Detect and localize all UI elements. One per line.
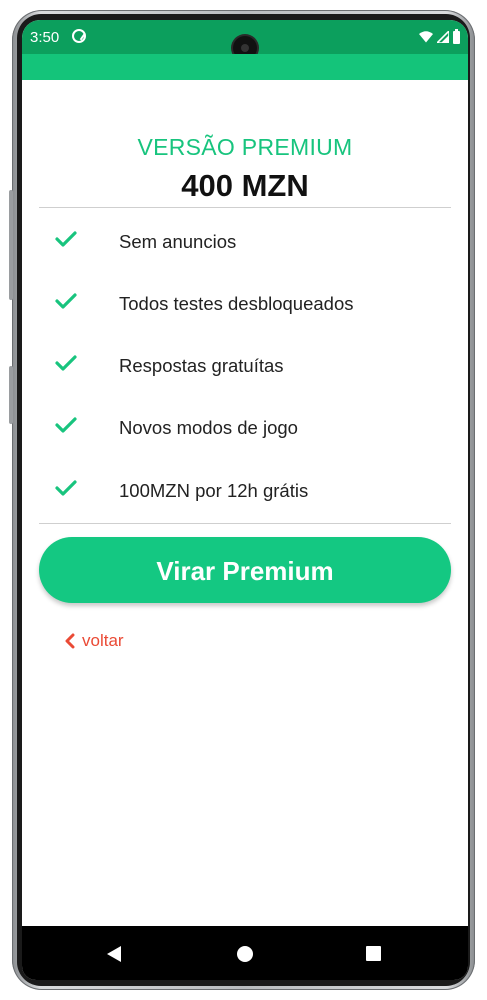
navigation-bar: [22, 926, 468, 980]
feature-item: Novos modos de jogo: [22, 416, 468, 440]
feature-text: Novos modos de jogo: [119, 417, 298, 438]
divider: [39, 207, 451, 208]
recents-square-icon[interactable]: [366, 946, 381, 961]
feature-item: 100MZN por 12h grátis: [22, 479, 468, 503]
signal-icon: [437, 31, 449, 43]
battery-icon: [453, 28, 460, 44]
status-time: 3:50: [30, 29, 60, 46]
divider: [39, 523, 451, 524]
feature-text: 100MZN por 12h grátis: [119, 480, 309, 501]
go-premium-button[interactable]: Virar Premium: [39, 537, 451, 603]
feature-item: Sem anuncios: [22, 230, 468, 254]
check-icon: [55, 231, 77, 247]
wifi-icon: [419, 31, 433, 43]
sync-icon: [72, 29, 86, 43]
feature-text: Todos testes desbloqueados: [119, 293, 354, 314]
premium-title: VERSÃO PREMIUM: [137, 134, 353, 160]
home-circle-icon[interactable]: [237, 946, 253, 962]
back-triangle-icon[interactable]: [106, 945, 122, 963]
chevron-left-icon: [65, 633, 75, 649]
check-icon: [55, 355, 77, 371]
power-button: [9, 366, 13, 424]
back-label: voltar: [82, 631, 124, 650]
feature-item: Todos testes desbloqueados: [22, 292, 468, 316]
screen: 3:50 VERSÃO PREMIUM 400 MZN Sem anuncios: [22, 20, 468, 980]
premium-price: 400 MZN: [181, 168, 309, 203]
back-link[interactable]: voltar: [64, 631, 124, 651]
app-bar: [22, 54, 468, 80]
check-icon: [55, 417, 77, 433]
volume-button: [9, 190, 13, 300]
feature-text: Sem anuncios: [119, 231, 237, 252]
check-icon: [55, 480, 77, 496]
status-icons: [419, 28, 460, 45]
check-icon: [55, 293, 77, 309]
feature-item: Respostas gratuítas: [22, 354, 468, 378]
feature-text: Respostas gratuítas: [119, 355, 284, 376]
